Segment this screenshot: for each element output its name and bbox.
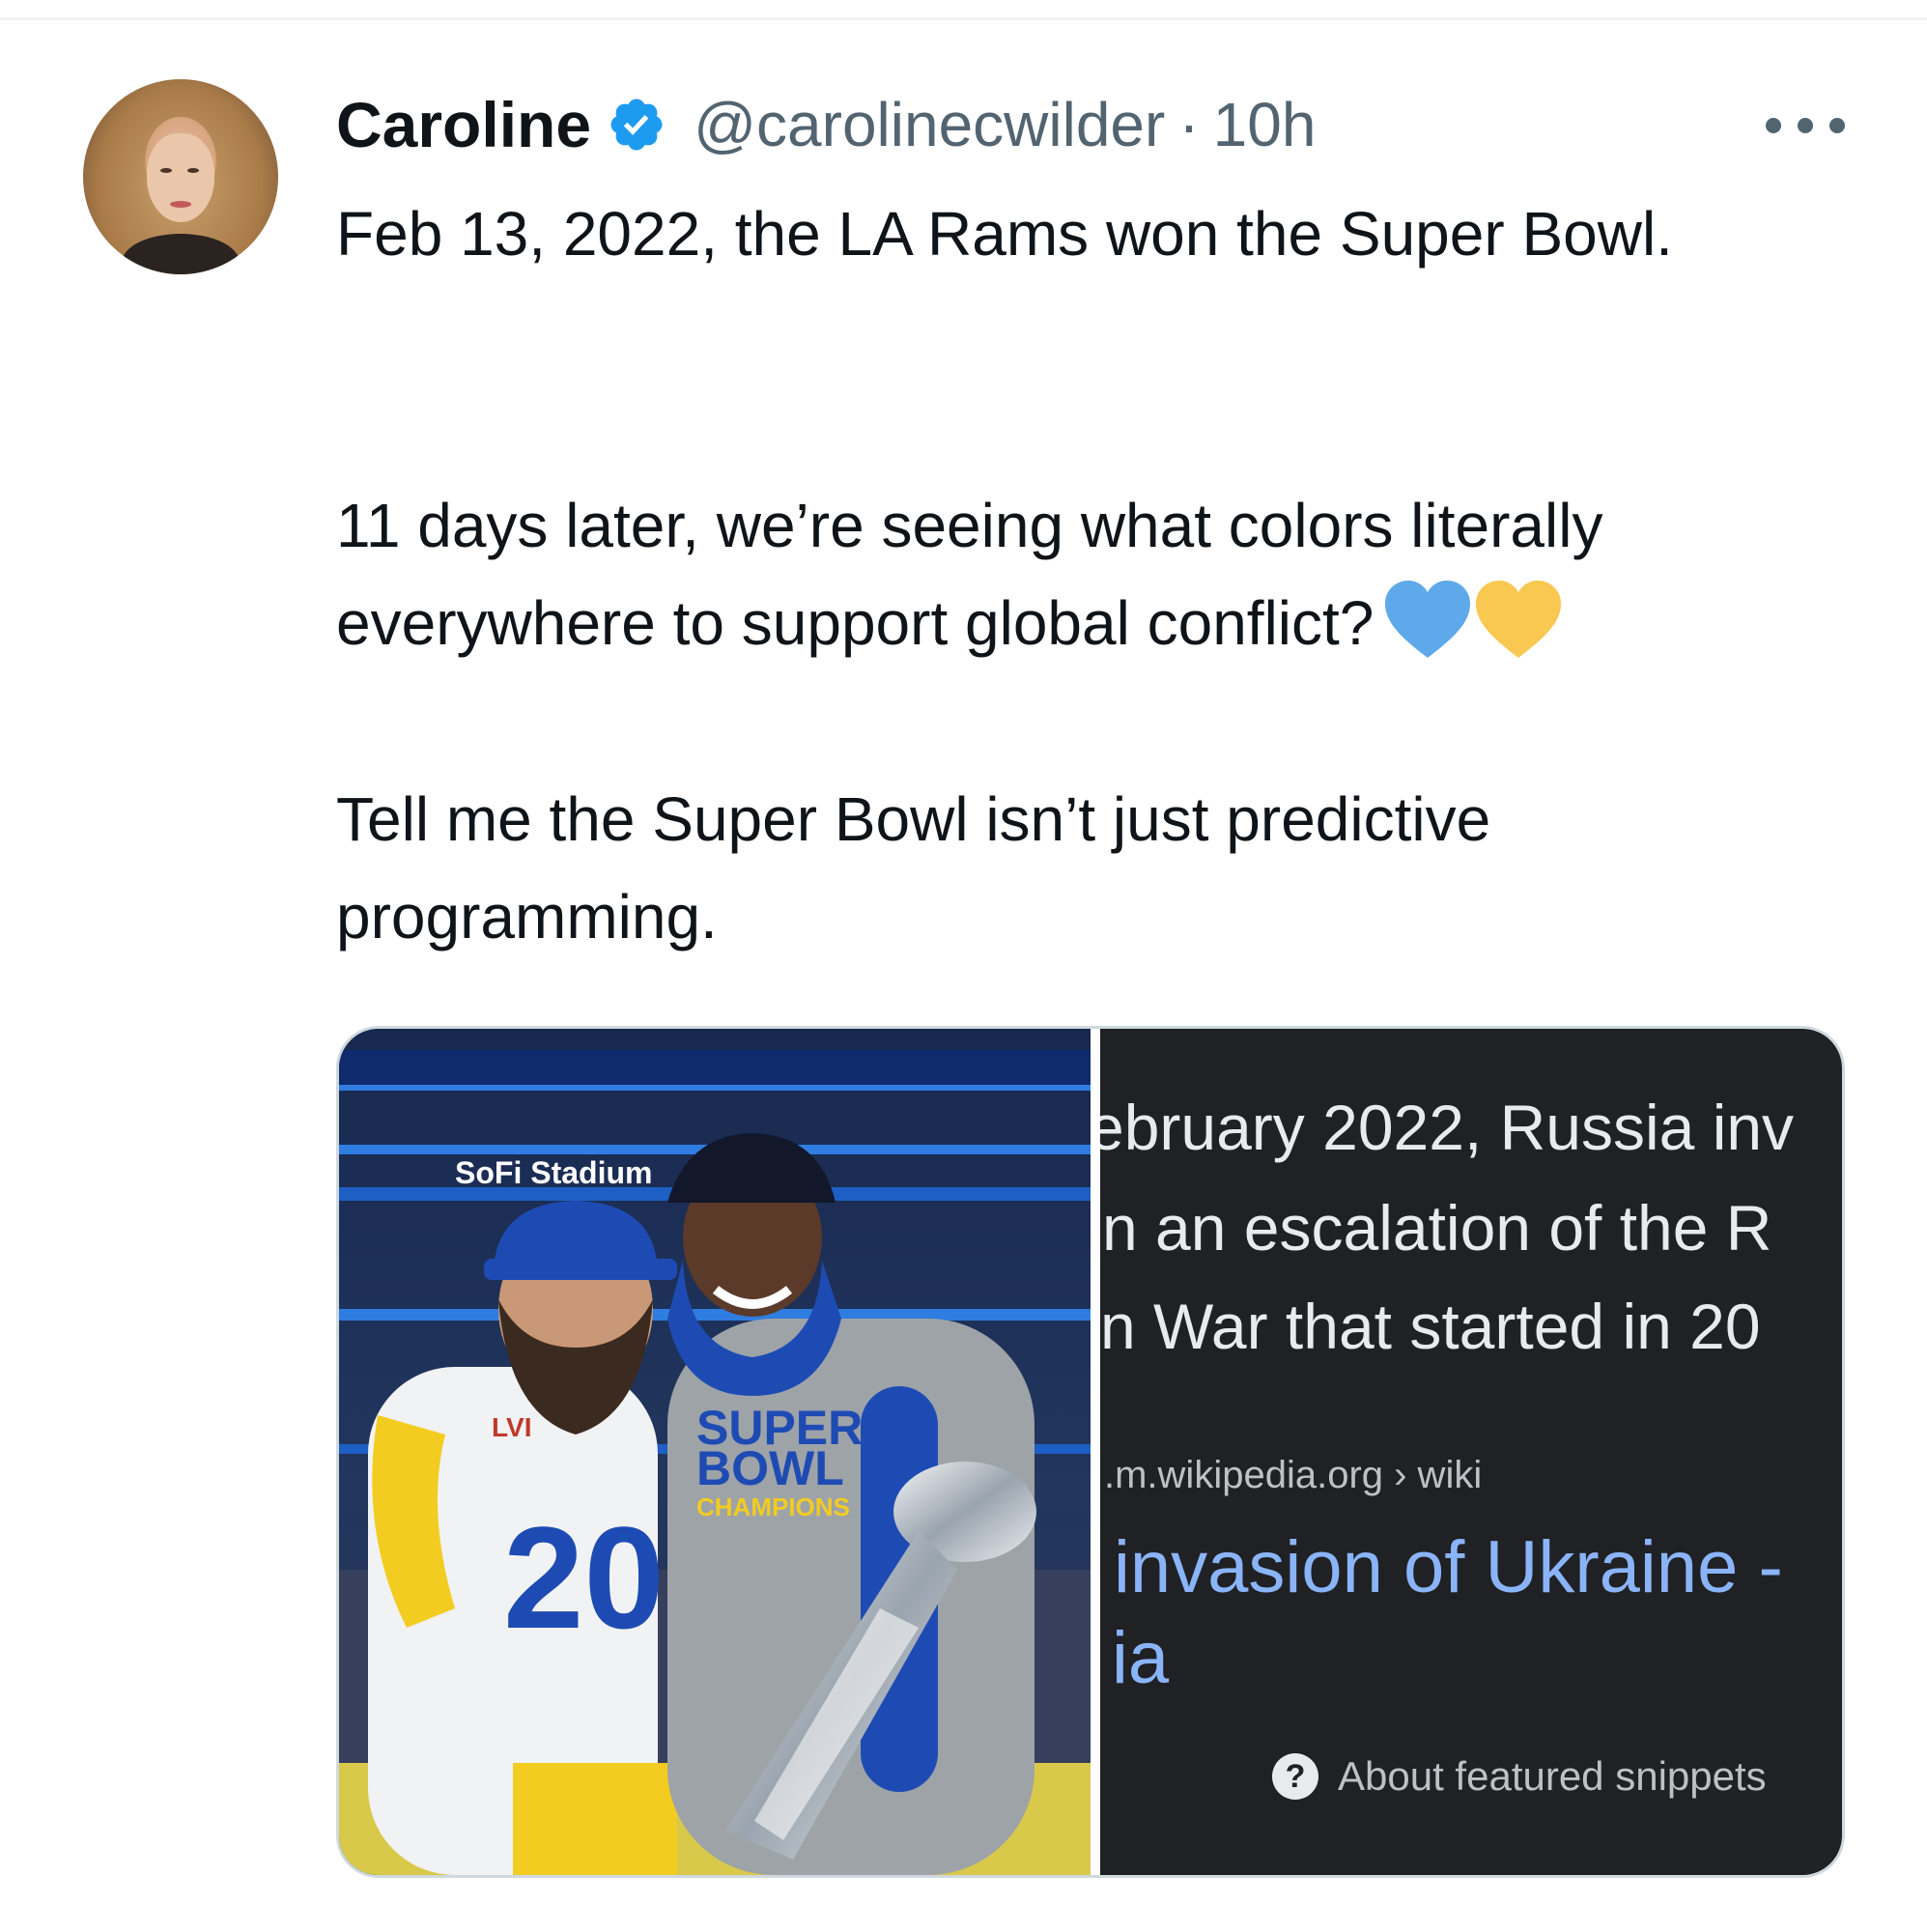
shirt-text-bowl: BOWL — [696, 1441, 844, 1495]
yellow-heart-icon — [1476, 581, 1562, 658]
shirt-text-champions: CHAMPIONS — [696, 1492, 850, 1521]
photo-illustration: 20 LVI SUPER BOWL CHAMPIONS SoFi Stadium — [339, 1029, 1091, 1875]
author-handle[interactable]: @carolinecwilder — [694, 89, 1165, 160]
stadium-sign: SoFi Stadium — [455, 1155, 652, 1190]
snippet-text-line: n War that started in 20 — [1100, 1291, 1761, 1362]
search-snippet-screenshot[interactable]: ebruary 2022, Russia inv n an escalation… — [1100, 1029, 1842, 1875]
super-bowl-patch: LVI — [492, 1412, 531, 1442]
blue-heart-icon — [1385, 581, 1471, 658]
top-divider — [0, 17, 1927, 20]
avatar-shirt — [122, 234, 240, 274]
snippet-result-title: ia — [1112, 1617, 1170, 1699]
avatar[interactable] — [83, 79, 278, 274]
snippet-text-line: n an escalation of the R — [1102, 1192, 1772, 1264]
about-featured-snippets-label: About featured snippets — [1338, 1753, 1767, 1799]
avatar-eye — [187, 168, 199, 173]
more-dot — [1798, 118, 1813, 133]
snippet-result-title: invasion of Ukraine - — [1114, 1526, 1783, 1608]
tweet-text-paragraph-3: Tell me the Super Bowl isn’t just predic… — [336, 784, 1491, 952]
avatar-lips — [170, 201, 191, 208]
avatar-eye — [160, 168, 172, 173]
tweet-timestamp[interactable]: 10h — [1213, 89, 1317, 160]
about-featured-snippets: ? About featured snippets — [1272, 1753, 1767, 1800]
tweet-header: Caroline @carolinecwilder · 10h — [336, 89, 1316, 160]
more-options-icon[interactable] — [1766, 106, 1845, 145]
more-dot — [1766, 118, 1781, 133]
jersey-number: 20 — [503, 1496, 665, 1659]
tweet-text-paragraph-1: Feb 13, 2022, the LA Rams won the Super … — [336, 199, 1673, 269]
header-separator: · — [1178, 90, 1200, 159]
avatar-face — [147, 133, 214, 222]
snippet-text-line: ebruary 2022, Russia inv — [1100, 1092, 1795, 1163]
verified-badge-icon — [610, 99, 663, 151]
help-icon: ? — [1272, 1753, 1318, 1800]
author-name[interactable]: Caroline — [336, 88, 591, 161]
tweet-media[interactable]: 20 LVI SUPER BOWL CHAMPIONS SoFi Stadium — [336, 1026, 1845, 1878]
more-dot — [1829, 118, 1845, 133]
snippet-source-url: .m.wikipedia.org › wiki — [1104, 1454, 1483, 1496]
super-bowl-photo[interactable]: 20 LVI SUPER BOWL CHAMPIONS SoFi Stadium — [339, 1029, 1091, 1875]
tweet-text-paragraph-2: 11 days later, we’re seeing what colors … — [336, 477, 1843, 672]
